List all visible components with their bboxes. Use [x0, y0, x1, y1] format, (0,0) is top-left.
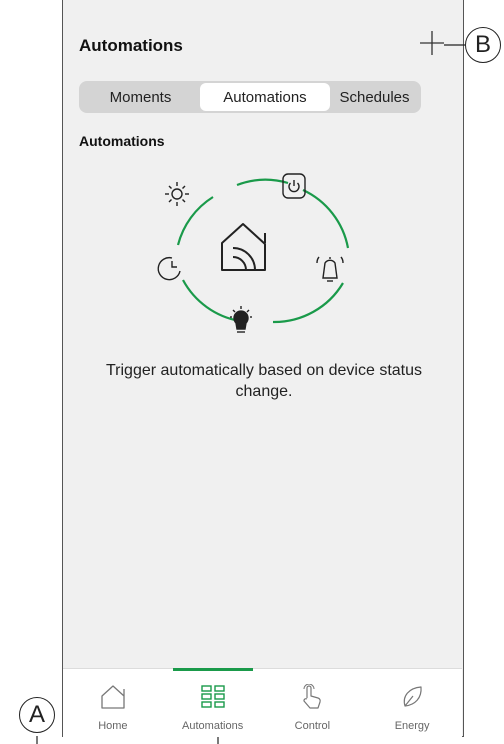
automation-illustration [157, 173, 350, 333]
segment-schedules[interactable]: Schedules [330, 83, 419, 111]
segment-moments[interactable]: Moments [81, 83, 200, 111]
power-icon [282, 173, 306, 199]
smart-home-icon [221, 223, 266, 271]
tab-label: Control [294, 720, 331, 732]
tab-automations[interactable]: Automations [163, 668, 263, 737]
tab-label: Automations [182, 720, 244, 732]
leaf-icon [403, 686, 422, 707]
active-tab-indicator [172, 668, 253, 671]
dashed-circle [176, 178, 350, 324]
tab-control[interactable]: Control [263, 669, 363, 737]
description-text: Trigger automatically based on device st… [105, 362, 422, 400]
segment-automations[interactable]: Automations [200, 83, 330, 111]
tab-energy[interactable]: Energy [362, 669, 462, 737]
plus-icon[interactable] [419, 30, 445, 56]
callout-a: A [19, 697, 55, 733]
home-icon [101, 685, 125, 709]
tab-label: Home [98, 720, 128, 732]
tab-home[interactable]: Home [63, 669, 163, 737]
phone-screen: Automations Moments Automations Schedule… [62, 0, 464, 737]
segmented-control: Moments Automations Schedules [79, 81, 421, 113]
tab-label: Energy [394, 720, 430, 732]
section-title: Automations [79, 133, 165, 149]
bottom-tab-bar: Home Automations Control Energy [63, 668, 462, 737]
grid-icon [200, 685, 225, 708]
alarm-bell-icon [316, 256, 344, 282]
sun-icon [165, 182, 189, 206]
hand-touch-icon [303, 684, 322, 709]
clock-icon [157, 256, 181, 281]
page-title: Automations [79, 36, 183, 55]
callout-b: B [465, 27, 501, 63]
